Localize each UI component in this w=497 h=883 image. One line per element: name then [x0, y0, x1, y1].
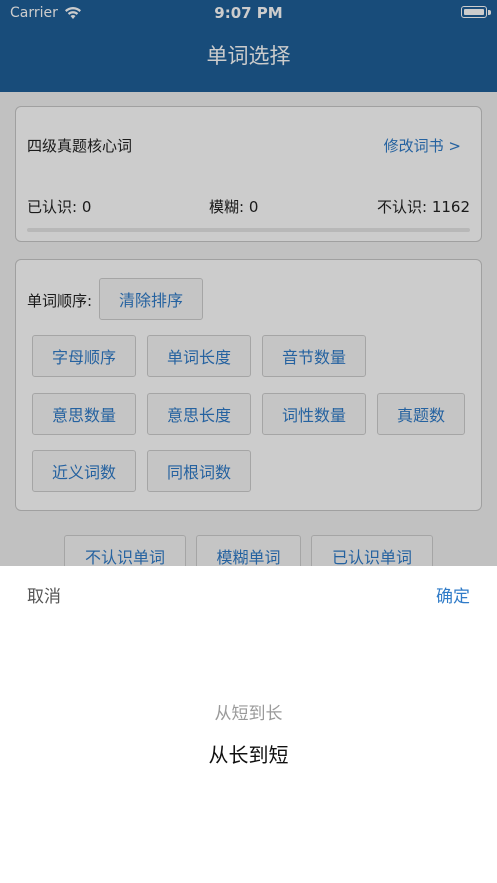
picker-option[interactable]: 从短到长 [0, 699, 497, 724]
dim-overlay[interactable] [0, 0, 497, 566]
picker-option-selected[interactable]: 从长到短 [0, 739, 497, 768]
cancel-button[interactable]: 取消 [27, 582, 61, 607]
picker-sheet: 取消 确定 从短到长 从长到短 [0, 566, 497, 883]
confirm-button[interactable]: 确定 [436, 582, 470, 607]
